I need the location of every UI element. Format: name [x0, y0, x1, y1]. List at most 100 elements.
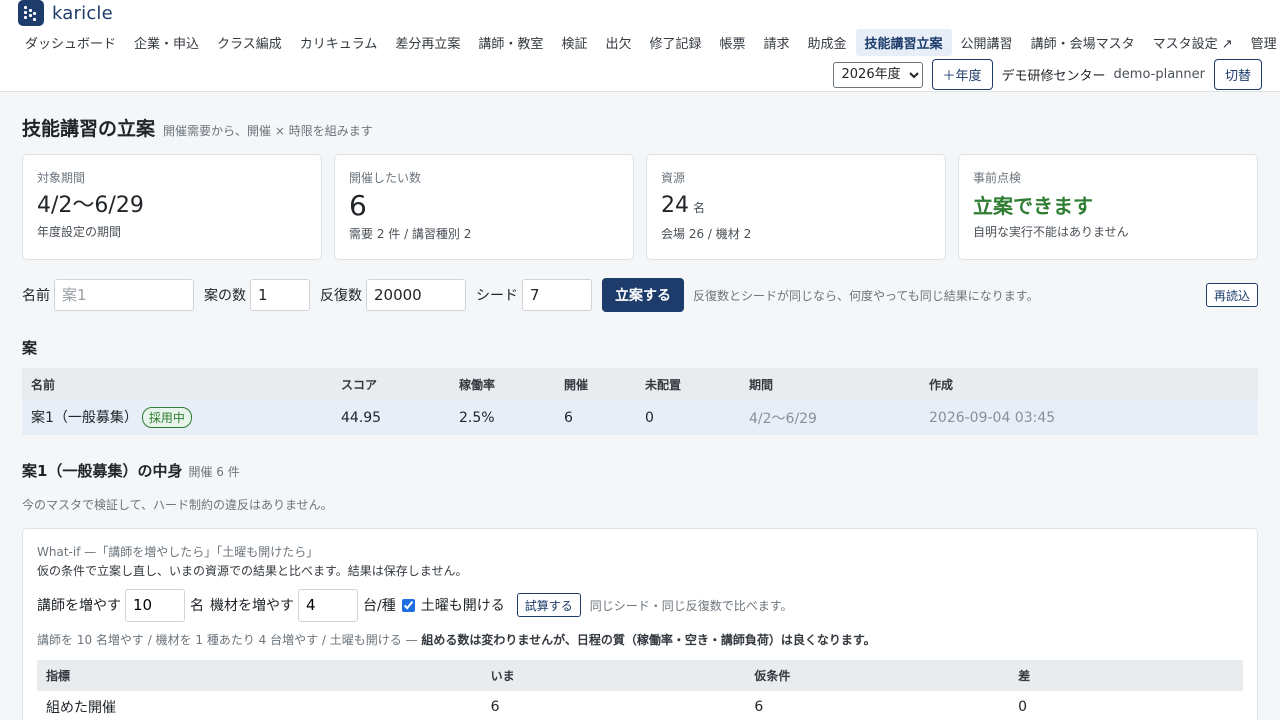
stat-value: 立案できます: [973, 194, 1093, 218]
stat-label: 資源: [661, 171, 686, 185]
stat-sub: 年度設定の期間: [37, 225, 122, 239]
stat-sub: 自明な実行不能はありません: [973, 225, 1129, 239]
teachers-input[interactable]: [125, 588, 185, 622]
nav-item-11[interactable]: 助成金: [799, 29, 856, 56]
plans-col-header: 開催: [555, 368, 636, 400]
plan-name-cell: 案1（一般募集） 採用中: [22, 400, 332, 435]
plans-col-header: 期間: [740, 368, 920, 400]
nav-item-3[interactable]: カリキュラム: [291, 29, 387, 56]
nav-item-4[interactable]: 差分再立案: [386, 29, 469, 56]
user-name: demo-planner: [1113, 67, 1205, 82]
page-title: 技能講習の立案 開催需要から、開催 × 時限を組みます: [22, 114, 373, 141]
stat-resources: 資源 24 名 会場 26 / 機材 2: [646, 154, 946, 260]
nav-item-2[interactable]: クラス編成: [208, 29, 291, 56]
app-logo[interactable]: karicle: [18, 0, 113, 26]
stat-value: 24: [661, 193, 689, 218]
page-heading: 技能講習の立案: [22, 118, 156, 140]
metric-now: 6: [490, 698, 500, 715]
simulate-button[interactable]: 試算する: [516, 593, 581, 617]
reload-button[interactable]: 再読込: [1205, 283, 1258, 307]
nav-item-0[interactable]: ダッシュボード: [16, 29, 125, 56]
metrics-table: 指標 いま 仮条件差 組めた開催 6 6 0: [37, 660, 1243, 720]
plan-created: 2026-09-04 03:45: [920, 400, 1258, 435]
whatif-description: 仮の条件で立案し直し、いまの資源での結果と比べます。結果は保存しません。: [37, 564, 468, 578]
org-name: デモ研修センター: [1001, 69, 1106, 84]
nav-item-7[interactable]: 出欠: [596, 29, 640, 56]
plan-held: 6: [555, 400, 636, 435]
stat-precheck: 事前点検 立案できます 自明な実行不能はありません: [958, 154, 1258, 260]
plan-form: 名前 案の数 反復数 シード 立案する 反復数とシードが同じなら、何度やっても同…: [22, 278, 1258, 312]
nav-item-13[interactable]: 公開講習: [952, 29, 1022, 56]
nav-item-8[interactable]: 修了記録: [640, 29, 710, 56]
nav-item-15[interactable]: マスタ設定 ↗: [1144, 29, 1242, 56]
equipment-input[interactable]: [298, 588, 358, 622]
plans-section-title: 案: [22, 339, 38, 357]
seed-input[interactable]: [522, 279, 592, 311]
switch-button[interactable]: 切替: [1213, 59, 1262, 90]
detail-heading: 案1（一般募集）の中身: [22, 462, 183, 480]
stat-period: 対象期間 4/2〜6/29 年度設定の期間: [22, 154, 322, 260]
validation-message: 今のマスタで検証して、ハード制約の違反はありません。: [22, 498, 333, 512]
equipment-label: 機材を増やす: [210, 598, 294, 614]
plan-period: 4/2〜6/29: [740, 400, 920, 435]
metrics-col-header: 差: [1009, 660, 1243, 691]
iterations-input[interactable]: [366, 279, 466, 311]
metrics-header-row: 指標 いま 仮条件差: [37, 660, 1243, 691]
saturday-checkbox[interactable]: [401, 598, 415, 612]
stat-sub: 需要 2 件 / 講習種別 2: [349, 227, 472, 241]
stat-label: 対象期間: [37, 171, 86, 185]
metrics-col-header: いま: [481, 660, 746, 691]
stat-label: 開催したい数: [349, 171, 422, 185]
create-plan-button[interactable]: 立案する: [602, 278, 684, 312]
detail-count: 開催 6 件: [188, 465, 240, 479]
add-year-button[interactable]: ＋年度: [931, 59, 993, 90]
saturday-label[interactable]: 土曜も開ける: [421, 595, 505, 615]
simulate-hint: 同じシード・同じ反復数で比べます。: [589, 598, 793, 613]
plan-row[interactable]: 案1（一般募集） 採用中 44.95 2.5% 6 0 4/2〜6/29 2026-09-04…: [22, 400, 1258, 435]
main-nav: ダッシュボード 企業・申込 クラス編成 カリキュラム 差分再立案 講師・教室 検証 出欠 修了記…: [16, 29, 1280, 56]
equipment-unit: 台/種: [363, 598, 396, 614]
top-bar: karicle ダッシュボード 企業・申込 クラス編成 カリキュラム 差分再立案 講師・教…: [0, 0, 1280, 92]
stat-value: 6: [349, 189, 367, 222]
page-subtitle: 開催需要から、開催 × 時限を組みます: [163, 124, 373, 138]
year-select[interactable]: 2026年度: [832, 61, 923, 88]
nav-item-10[interactable]: 請求: [755, 29, 799, 56]
stat-value: 4/2〜6/29: [37, 193, 144, 218]
header-controls: 2026年度 ＋年度 デモ研修センター demo-planner 切替: [832, 59, 1262, 90]
whatif-summary: 講師を 10 名増やす / 機材を 1 種あたり 4 台増やす / 土曜も開ける…: [37, 631, 1243, 648]
metric-hypo: 6: [754, 698, 764, 715]
nav-item-6[interactable]: 検証: [552, 29, 596, 56]
name-label: 名前: [22, 288, 50, 304]
iterations-label: 反復数: [320, 288, 362, 304]
plan-name-input[interactable]: [54, 279, 194, 311]
seed-label: シード: [476, 288, 518, 304]
whatif-panel: What-if —「講師を増やしたら」「土曜も開けたら」 仮の条件で立案し直し、…: [22, 528, 1258, 720]
plans-header-row: 名前 スコア 稼働率 開催 未配置 期間 作成: [22, 368, 1258, 400]
detail-title: 案1（一般募集）の中身 開催 6 件: [22, 460, 240, 481]
plan-unplaced: 0: [636, 400, 740, 435]
metrics-row: 組めた開催 6 6 0: [37, 691, 1243, 720]
stat-unit: 名: [693, 201, 706, 215]
stat-count: 開催したい数 6 需要 2 件 / 講習種別 2: [334, 154, 634, 260]
plans-col-header: 作成: [920, 368, 1258, 400]
stat-sub: 会場 26 / 機材 2: [661, 227, 752, 241]
nav-item-14[interactable]: 講師・会場マスタ: [1022, 29, 1144, 56]
nav-item-16[interactable]: 管理: [1242, 29, 1280, 56]
plans-col-header: 稼働率: [450, 368, 555, 400]
nav-item-9[interactable]: 帳票: [710, 29, 754, 56]
nav-item-5[interactable]: 講師・教室: [469, 29, 552, 56]
teachers-unit: 名: [190, 598, 204, 614]
stat-value-row: 24 名: [661, 191, 931, 223]
whatif-controls: 講師を増やす 名 機材を増やす 台/種 土曜も開ける 試算する 同じシード・同じ…: [37, 588, 1243, 622]
whatif-title: What-if —「講師を増やしたら」「土曜も開けたら」: [37, 545, 319, 559]
plan-count-input[interactable]: [250, 279, 310, 311]
nav-item-1[interactable]: 企業・申込: [125, 29, 208, 56]
plans-col-header: スコア: [332, 368, 450, 400]
plans-col-header: 未配置: [636, 368, 740, 400]
metrics-col-header: 指標: [37, 660, 482, 691]
nav-item-12[interactable]: 技能講習立案: [855, 29, 952, 56]
metrics-col-header: 仮条件: [745, 660, 1010, 691]
summary-prefix: 講師を 10 名増やす / 機材を 1 種あたり 4 台増やす / 土曜も開ける…: [37, 633, 418, 647]
metric-diff: 0: [1018, 698, 1028, 715]
form-hint: 反復数とシードが同じなら、何度やっても同じ結果になります。: [693, 288, 1039, 303]
